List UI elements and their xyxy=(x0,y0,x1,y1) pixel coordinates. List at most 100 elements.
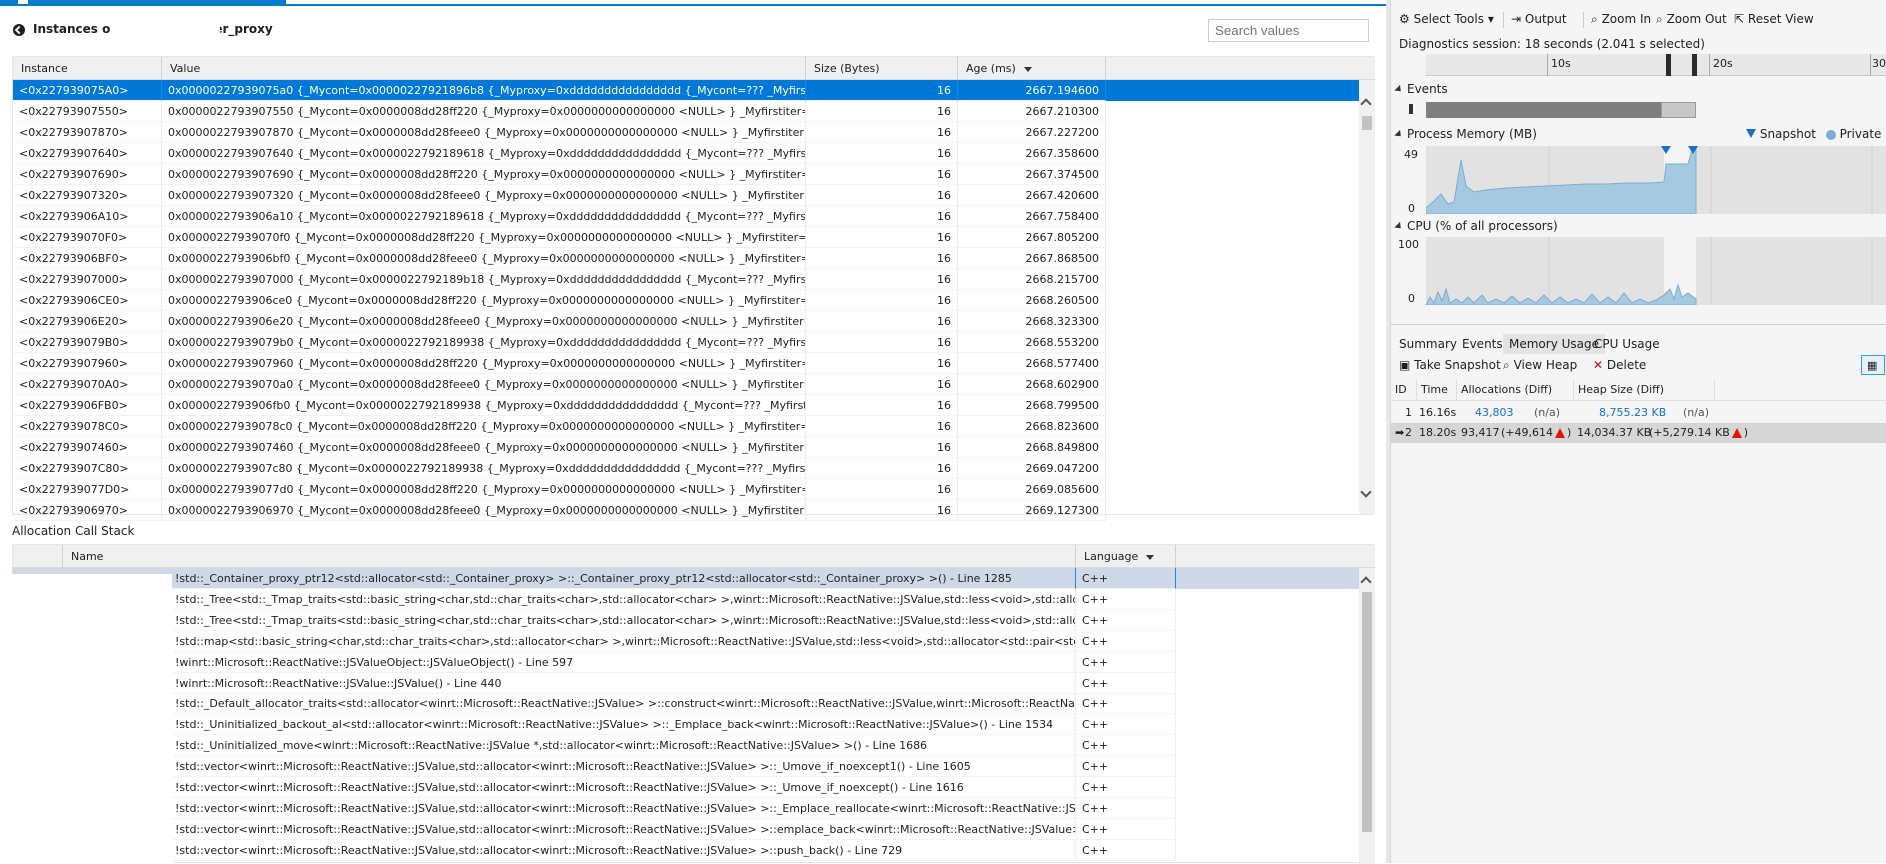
size-cell: 16 xyxy=(806,185,958,206)
stack-frame-row[interactable]: !winrt::Microsoft::ReactNative::JSValueO… xyxy=(13,652,1359,673)
stack-frame-row[interactable]: !std::vector<winrt::Microsoft::ReactNati… xyxy=(13,777,1359,798)
instance-row[interactable]: <0x22793907690> 0x0000022793907690 {_Myco… xyxy=(13,164,1359,185)
snapshot-legend-icon xyxy=(1746,129,1756,138)
stack-frame-row[interactable]: !std::vector<winrt::Microsoft::ReactNati… xyxy=(13,756,1359,777)
stack-frame-row[interactable]: !std::_Tree<std::_Tmap_traits<std::basic… xyxy=(13,589,1359,610)
tab-events[interactable]: Events xyxy=(1456,334,1509,354)
doc-tab-1[interactable] xyxy=(0,0,18,4)
instance-row[interactable]: <0x227939070A0> 0x00000227939070a0 {_Myco… xyxy=(13,374,1359,395)
instance-row[interactable]: <0x227939079B0> 0x00000227939079b0 {_Myco… xyxy=(13,332,1359,353)
memory-section-title[interactable]: Process Memory (MB) xyxy=(1395,127,1537,141)
output-button[interactable]: ⇥ Output xyxy=(1511,12,1567,26)
instances-scrollbar[interactable] xyxy=(1359,80,1375,514)
events-section-title[interactable]: Events xyxy=(1395,82,1448,96)
snapshot-heap-link[interactable]: 8,755.23 KB xyxy=(1599,406,1666,419)
scroll-up-icon[interactable] xyxy=(1360,576,1372,588)
stack-frame-row[interactable]: !std::_Default_allocator_traits<std::all… xyxy=(13,693,1359,714)
memory-chart[interactable] xyxy=(1426,146,1886,214)
col-header-name[interactable]: Name xyxy=(63,545,1076,568)
selection-end-handle[interactable] xyxy=(1692,54,1697,76)
reset-view-button[interactable]: ⇱ Reset View xyxy=(1734,12,1814,26)
frame-name-cell: !std::_Uninitialized_move<winrt::Microso… xyxy=(173,735,1076,756)
scroll-up-icon[interactable] xyxy=(1360,98,1372,110)
instance-row[interactable]: <0x22793906CE0> 0x0000022793906ce0 {_Myco… xyxy=(13,290,1359,311)
tab-summary[interactable]: Summary xyxy=(1393,334,1463,354)
instance-row[interactable]: <0x227939077D0> 0x00000227939077d0 {_Myco… xyxy=(13,479,1359,500)
col-header-allocations[interactable]: Allocations (Diff) xyxy=(1457,380,1574,401)
tab-cpu-usage[interactable]: CPU Usage xyxy=(1588,334,1666,354)
zoom-out-button[interactable]: ⌕ Zoom Out xyxy=(1656,12,1727,27)
delete-button[interactable]: ✕ Delete xyxy=(1593,358,1646,372)
instance-cell: <0x22793907870> xyxy=(13,122,162,143)
col-header-time[interactable]: Time xyxy=(1417,380,1457,401)
instance-row[interactable]: <0x22793907C80> 0x0000022793907c80 {_Myco… xyxy=(13,458,1359,479)
stack-frame-row[interactable]: !std::_Uninitialized_move<winrt::Microso… xyxy=(13,735,1359,756)
snapshot-allocations[interactable]: 93,417 xyxy=(1461,426,1500,439)
scroll-thumb[interactable] xyxy=(1362,592,1372,832)
frame-language-cell: C++ xyxy=(1076,714,1176,735)
stack-frame-row[interactable]: !std::_Tree<std::_Tmap_traits<std::basic… xyxy=(13,610,1359,631)
snapshot-row-selected[interactable]: ➡ 2 18.20s 93,417 (+49,614) 14,034.37 KB… xyxy=(1391,423,1886,443)
stack-frame-row[interactable]: !std::_Uninitialized_backout_al<std::all… xyxy=(13,714,1359,735)
instance-row[interactable]: <0x22793907000> 0x0000022793907000 {_Myco… xyxy=(13,269,1359,290)
size-cell: 16 xyxy=(806,290,958,311)
value-cell: 0x0000022793906fb0 {_Mycont=0x0000022792… xyxy=(162,395,806,416)
col-header-language[interactable]: Language xyxy=(1076,545,1176,568)
snapshot-heap[interactable]: 14,034.37 KB xyxy=(1577,426,1651,439)
stack-frame-row[interactable]: !std::vector<winrt::Microsoft::ReactNati… xyxy=(13,819,1359,840)
zoom-in-button[interactable]: ⌕ Zoom In xyxy=(1591,12,1651,27)
instance-row[interactable]: <0x22793906970> 0x0000022793906970 {_Myco… xyxy=(13,500,1359,521)
call-stack-title: Allocation Call Stack xyxy=(12,524,135,538)
snapshot-allocations-link[interactable]: 43,803 xyxy=(1475,406,1514,419)
stack-frame-row[interactable]: !std::vector<winrt::Microsoft::ReactNati… xyxy=(13,840,1359,861)
view-heap-button[interactable]: ⌕ View Heap xyxy=(1503,358,1577,373)
scroll-down-icon[interactable] xyxy=(1360,486,1372,498)
instance-row-selected[interactable]: <0x227939075A0> 0x00000227939075a0 {_Myco… xyxy=(13,80,1359,101)
pause-icon[interactable] xyxy=(1409,104,1413,114)
col-header-value[interactable]: Value xyxy=(162,57,806,80)
col-header-instance[interactable]: Instance xyxy=(13,57,162,80)
instance-row[interactable]: <0x22793907870> 0x0000022793907870 {_Myco… xyxy=(13,122,1359,143)
instance-row[interactable]: <0x227939078C0> 0x00000227939078c0 {_Myco… xyxy=(13,416,1359,437)
col-header-id[interactable]: ID xyxy=(1391,380,1417,401)
snapshot-row[interactable]: 1 16.16s 43,803 (n/a) 8,755.23 KB (n/a) xyxy=(1391,403,1886,423)
stack-frame-row[interactable]: !std::vector<winrt::Microsoft::ReactNati… xyxy=(13,798,1359,819)
scroll-thumb[interactable] xyxy=(1362,116,1372,130)
instance-row[interactable]: <0x22793907550> 0x0000022793907550 {_Myco… xyxy=(13,101,1359,122)
frame-name-cell: !std::_Tree<std::_Tmap_traits<std::basic… xyxy=(173,610,1076,631)
instance-row[interactable]: <0x22793906BF0> 0x0000022793906bf0 {_Myco… xyxy=(13,248,1359,269)
doc-tab-2[interactable] xyxy=(28,0,286,4)
col-header-heap-size[interactable]: Heap Size (Diff) xyxy=(1574,380,1715,401)
back-arrow-icon[interactable] xyxy=(13,24,25,36)
instance-row[interactable]: <0x22793906E20> 0x0000022793906e20 {_Myco… xyxy=(13,311,1359,332)
cpu-section-title[interactable]: CPU (% of all processors) xyxy=(1395,219,1558,233)
instance-cell: <0x227939077D0> xyxy=(13,479,162,500)
instance-row[interactable]: <0x22793906FB0> 0x0000022793906fb0 {_Myco… xyxy=(13,395,1359,416)
instances-header: Instances of !std::_Container_proxy xyxy=(0,8,1386,52)
col-header-size[interactable]: Size (Bytes) xyxy=(806,57,958,80)
take-snapshot-button[interactable]: ▣ Take Snapshot xyxy=(1399,358,1501,372)
stack-frame-row-selected[interactable]: !std::_Container_proxy_ptr12<std::alloca… xyxy=(13,568,1359,589)
col-header-age[interactable]: Age (ms) xyxy=(958,57,1106,80)
select-tools-button[interactable]: ⚙ Select Tools ▾ xyxy=(1399,12,1494,26)
col-header-blank xyxy=(13,545,63,568)
instance-row[interactable]: <0x227939070F0> 0x00000227939070f0 {_Myco… xyxy=(13,227,1359,248)
search-input[interactable] xyxy=(1208,19,1369,42)
selection-start-handle[interactable] xyxy=(1666,54,1671,76)
grid-view-button[interactable]: ▦ xyxy=(1861,355,1885,375)
size-cell: 16 xyxy=(806,248,958,269)
call-stack-scrollbar[interactable] xyxy=(1359,568,1375,864)
frame-language-cell: C++ xyxy=(1076,589,1176,610)
instance-row[interactable]: <0x22793907460> 0x0000022793907460 {_Myco… xyxy=(13,437,1359,458)
instance-row[interactable]: <0x22793907640> 0x0000022793907640 {_Myco… xyxy=(13,143,1359,164)
value-cell: 0x00000227939070a0 {_Mycont=0x0000008dd2… xyxy=(162,374,806,395)
instance-row[interactable]: <0x22793907320> 0x0000022793907320 {_Myco… xyxy=(13,185,1359,206)
stack-frame-row[interactable]: !winrt::Microsoft::ReactNative::JSValue:… xyxy=(13,673,1359,694)
frame-name-cell: !winrt::Microsoft::ReactNative::JSValueO… xyxy=(173,652,1076,673)
instance-row[interactable]: <0x22793906A10> 0x0000022793906a10 {_Myco… xyxy=(13,206,1359,227)
instance-cell: <0x22793906CE0> xyxy=(13,290,162,311)
stack-frame-row[interactable]: !std::map<std::basic_string<char,std::ch… xyxy=(13,631,1359,652)
instance-row[interactable]: <0x22793907960> 0x0000022793907960 {_Myco… xyxy=(13,353,1359,374)
timeline-ruler[interactable]: 10s 20s 30s xyxy=(1426,54,1886,76)
cpu-chart[interactable] xyxy=(1426,237,1886,305)
